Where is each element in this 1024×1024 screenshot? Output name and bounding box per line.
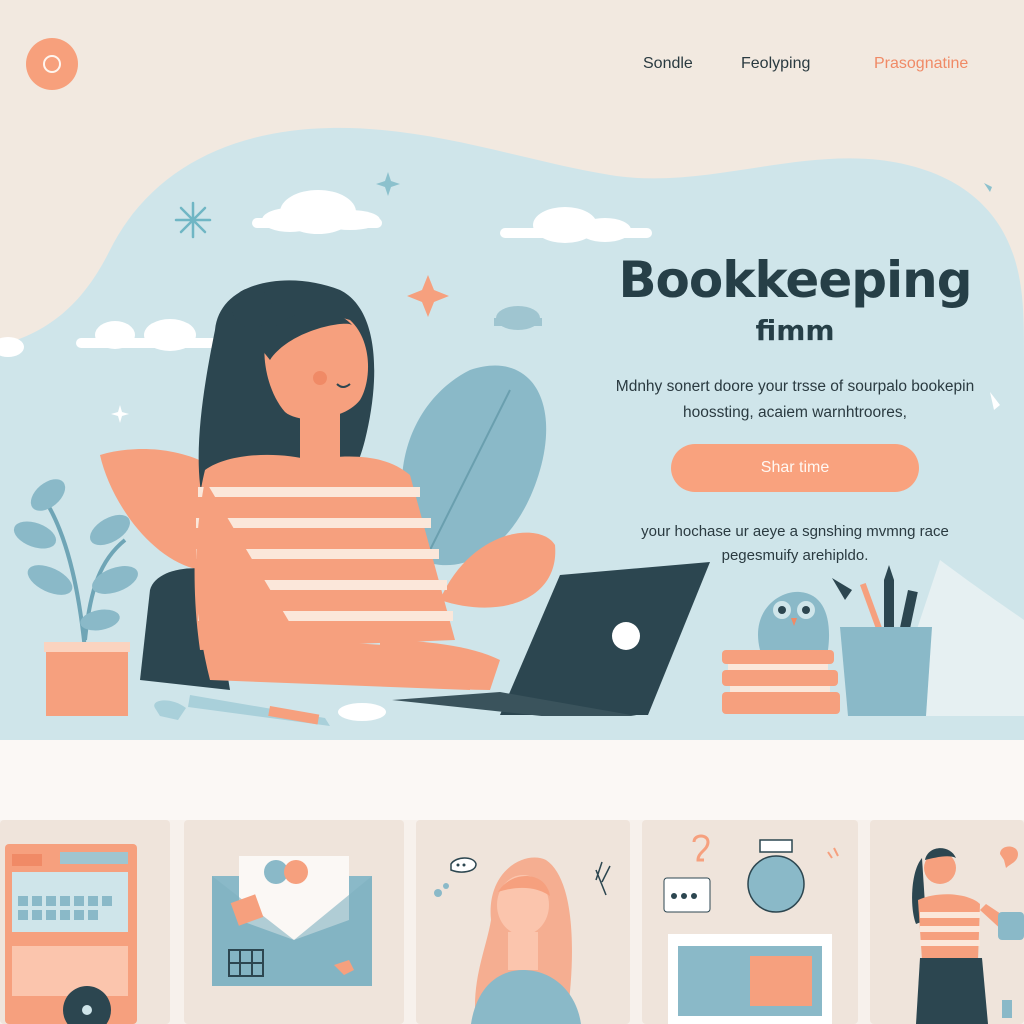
envelope-illustration-icon	[212, 856, 372, 986]
hero-note: your hochase ur aeye a sgnshing mvmng ra…	[641, 523, 949, 564]
card-working[interactable]	[870, 820, 1024, 1024]
header: Sondle Feolyping Prasognatine	[0, 0, 1024, 120]
page: Sondle Feolyping Prasognatine Bookkeepin…	[0, 0, 1024, 1024]
woman-portrait-illustration-icon	[434, 857, 611, 1024]
books-stack	[722, 650, 840, 714]
card-envelope[interactable]	[184, 820, 404, 1024]
cta-button[interactable]: Shar time	[671, 444, 919, 492]
woman-working-illustration-icon	[912, 846, 1024, 1024]
hero-subtitle: fimm	[755, 314, 835, 347]
nav-link-sondle[interactable]: Sondle	[643, 55, 693, 73]
calendar-illustration-icon	[5, 844, 137, 1024]
card-dashboard[interactable]	[642, 820, 858, 1024]
dashboard-illustration-icon	[663, 834, 839, 1024]
hero-title: Bookkeeping	[618, 251, 972, 309]
card-calendar[interactable]	[0, 820, 170, 1024]
plant-pot	[46, 642, 128, 716]
nav-link-prasognatine[interactable]: Prasognatine	[874, 55, 968, 73]
sparkle-icon	[174, 201, 212, 239]
hero-description: Mdnhy sonert doore your trsse of sourpal…	[615, 378, 975, 421]
main-nav: Sondle Feolyping Prasognatine	[0, 55, 1024, 79]
divider-band	[0, 740, 1024, 820]
nav-link-feolyping[interactable]: Feolyping	[741, 55, 810, 73]
hero-content: Bookkeeping fimm Mdnhy sonert doore your…	[590, 250, 1000, 568]
card-portrait[interactable]	[416, 820, 630, 1024]
pencil-cup	[840, 627, 932, 716]
feature-cards	[0, 820, 1024, 1024]
